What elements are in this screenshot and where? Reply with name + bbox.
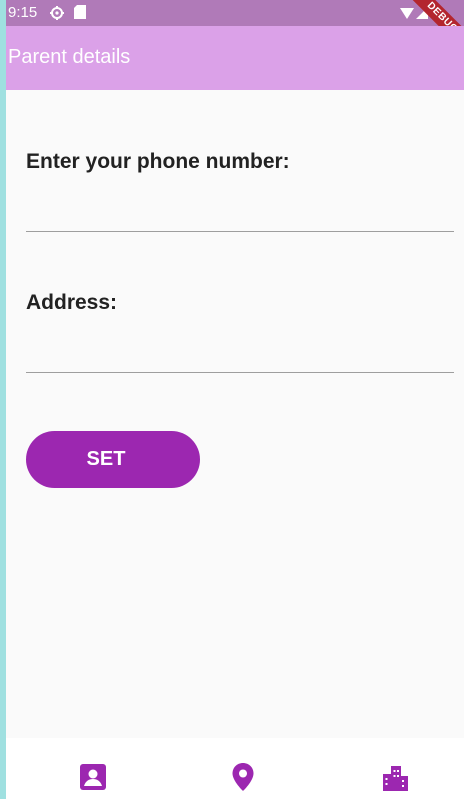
nav-item-location[interactable]: [228, 762, 258, 792]
page-title: Parent details: [8, 46, 131, 68]
sd-card-icon: [74, 5, 86, 19]
app-bar: Parent details: [6, 26, 464, 90]
status-bar: 9:15 DEBUG: [6, 0, 464, 60]
contact-card-icon: [80, 764, 106, 790]
bottom-navigation: [6, 738, 464, 799]
address-input[interactable]: [26, 337, 454, 373]
set-button[interactable]: SET: [26, 431, 200, 488]
settings-gear-icon: [50, 6, 64, 20]
status-time: 9:15: [8, 4, 38, 21]
nav-item-contact[interactable]: [78, 762, 108, 792]
phone-label: Enter your phone number:: [26, 150, 290, 173]
address-label: Address:: [26, 291, 118, 314]
location-pin-icon: [232, 763, 254, 791]
app-screen: 9:15 DEBUG Parent details Enter your pho…: [6, 0, 464, 799]
city-buildings-icon: [383, 766, 408, 791]
nav-item-city[interactable]: [380, 762, 410, 792]
phone-number-input[interactable]: [26, 196, 454, 232]
